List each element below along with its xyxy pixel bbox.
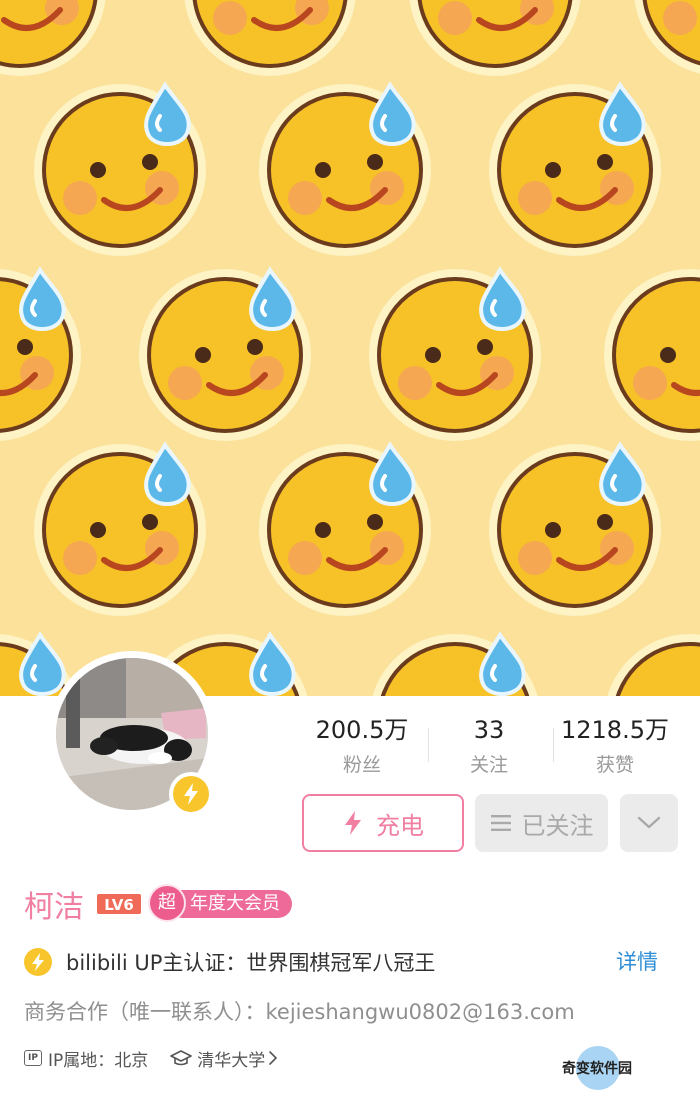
business-contact: 商务合作（唯一联系人）：kejieshangwu0802@163.com: [24, 1000, 575, 1024]
user-name[interactable]: 柯洁: [24, 882, 84, 926]
charge-button-label: 充电: [376, 811, 424, 840]
stat-fans[interactable]: 200.5万 粉丝: [292, 712, 432, 780]
more-dropdown-button[interactable]: [620, 794, 678, 852]
school-name: 清华大学: [197, 1050, 266, 1071]
lightning-icon: [345, 811, 361, 835]
watermark-text: 奇变软件园: [562, 1061, 632, 1077]
likes-count: 1218.5万: [561, 716, 669, 744]
verified-badge: [169, 772, 213, 816]
vip-label: 年度大会员: [168, 890, 292, 918]
certification-detail-link[interactable]: 详情: [616, 944, 658, 980]
sweat-smile-pattern: [0, 0, 700, 696]
lightning-icon: [24, 948, 52, 976]
ip-location: IP属地：北京: [48, 1050, 149, 1071]
chevron-right-icon: [269, 1051, 278, 1065]
charge-button[interactable]: 充电: [302, 794, 464, 852]
follow-button[interactable]: 已关注: [475, 794, 608, 852]
chevron-down-icon: [637, 816, 661, 829]
follow-button-label: 已关注: [521, 811, 594, 840]
level-badge: LV6: [97, 894, 141, 914]
fans-label: 粉丝: [342, 754, 381, 776]
level-text: LV6: [104, 896, 134, 914]
meta-row: IP IP属地：北京 清华大学: [24, 1042, 278, 1074]
certification-row: bilibili UP主认证：世界围棋冠军八冠王 详情: [24, 944, 680, 980]
likes-label: 获赞: [595, 754, 634, 776]
list-icon: [490, 815, 511, 831]
profile-banner[interactable]: [0, 0, 700, 696]
graduation-cap-icon: [170, 1050, 193, 1066]
vip-badge[interactable]: 年度大会员 超: [150, 886, 292, 920]
following-count: 33: [473, 716, 505, 744]
lightning-icon: [184, 783, 198, 805]
stat-likes[interactable]: 1218.5万 获赞: [545, 712, 685, 780]
name-row: 柯洁 LV6 年度大会员 超: [24, 882, 292, 926]
school-link[interactable]: 清华大学: [170, 1046, 278, 1071]
site-watermark: 奇变软件园: [560, 1046, 650, 1090]
stat-following[interactable]: 33 关注: [419, 712, 559, 780]
ip-icon: IP: [24, 1050, 42, 1066]
fans-count: 200.5万: [315, 716, 409, 744]
following-label: 关注: [469, 754, 508, 776]
certification-text: bilibili UP主认证：世界围棋冠军八冠王: [66, 951, 436, 975]
vip-circle: 超: [150, 886, 184, 920]
